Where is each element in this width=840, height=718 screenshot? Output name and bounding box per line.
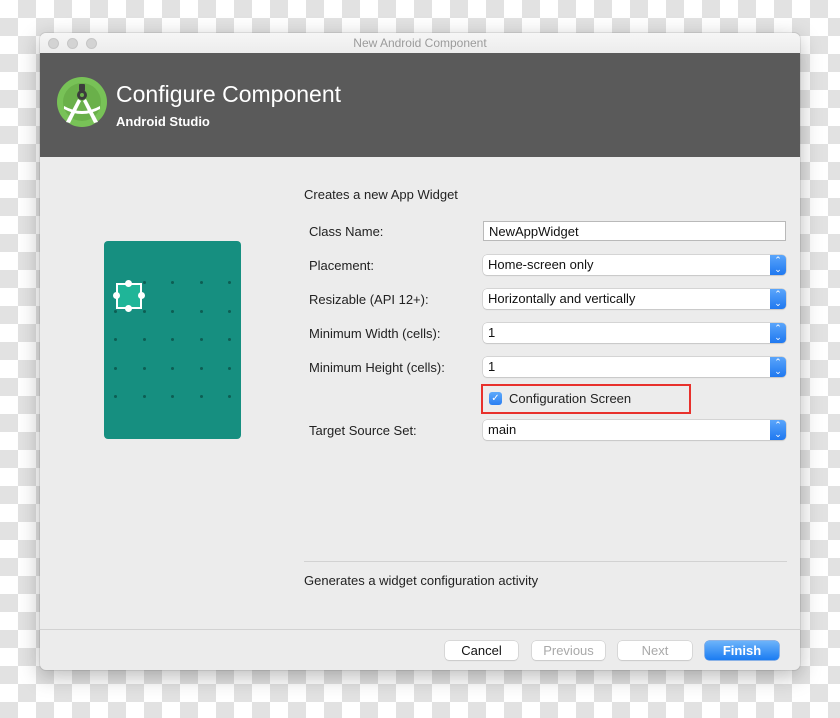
grid-dot: [142, 281, 146, 284]
target-source-set-label: Target Source Set:: [309, 423, 417, 438]
min-height-value: 1: [488, 359, 496, 374]
grid-dot: [199, 395, 203, 398]
grid-dot: [114, 338, 117, 341]
configuration-screen-label[interactable]: Configuration Screen: [509, 391, 631, 406]
field-description: Generates a widget configuration activit…: [304, 573, 539, 588]
grid-dot: [114, 309, 117, 313]
resizable-value: Horizontally and vertically: [488, 291, 636, 306]
grid-dot: [142, 309, 146, 313]
class-name-input[interactable]: NewAppWidget: [483, 221, 786, 241]
close-window-button[interactable]: [48, 38, 59, 49]
checkmark-icon: ✓: [491, 393, 500, 404]
grid-dot: [199, 309, 203, 313]
page-subtitle: Android Studio: [116, 114, 210, 129]
cancel-button[interactable]: Cancel: [445, 641, 518, 660]
min-width-select[interactable]: 1 ⌃ ⌄: [483, 323, 786, 343]
resize-handle-bottom: [125, 305, 132, 312]
grid-dot: [228, 338, 231, 341]
window-title: New Android Component: [353, 36, 487, 50]
min-height-label: Minimum Height (cells):: [309, 360, 445, 375]
grid-dot: [171, 338, 174, 341]
min-width-label: Minimum Width (cells):: [309, 326, 441, 341]
resizable-select[interactable]: Horizontally and vertically ⌃ ⌄: [483, 289, 786, 309]
minimize-window-button[interactable]: [67, 38, 78, 49]
chevron-updown-icon: ⌃ ⌄: [770, 289, 786, 309]
resizable-label: Resizable (API 12+):: [309, 292, 429, 307]
grid-dot: [114, 395, 117, 398]
footer-divider: [40, 629, 800, 630]
placement-value: Home-screen only: [488, 257, 594, 272]
configuration-screen-checkbox[interactable]: ✓: [489, 392, 502, 405]
grid-dot: [228, 395, 231, 398]
resize-handle-left: [113, 292, 120, 299]
placement-label: Placement:: [309, 258, 375, 273]
finish-button[interactable]: Finish: [705, 641, 779, 660]
min-width-value: 1: [488, 325, 496, 340]
grid-dot: [142, 395, 146, 398]
next-button[interactable]: Next: [618, 641, 692, 660]
android-studio-logo-icon: [57, 77, 107, 127]
resize-handle-top: [125, 280, 132, 287]
description-divider: [304, 561, 787, 562]
grid-dot: [114, 366, 117, 370]
target-source-set-select[interactable]: main ⌃ ⌄: [483, 420, 786, 440]
grid-dot: [199, 338, 203, 341]
grid-dot: [228, 281, 231, 284]
form-heading: Creates a new App Widget: [304, 187, 458, 202]
page-title: Configure Component: [116, 81, 342, 107]
placement-select[interactable]: Home-screen only ⌃ ⌄: [483, 255, 786, 275]
previous-button[interactable]: Previous: [532, 641, 605, 660]
grid-dot: [199, 281, 203, 284]
chevron-updown-icon: ⌃ ⌄: [770, 255, 786, 275]
chevron-updown-icon: ⌃ ⌄: [770, 323, 786, 343]
widget-resize-frame: [113, 280, 145, 312]
grid-dot: [142, 366, 146, 370]
class-name-label: Class Name:: [309, 224, 384, 239]
widget-preview: [104, 241, 241, 439]
maximize-window-button[interactable]: [86, 38, 97, 49]
wizard-header: Configure Component Android Studio: [40, 53, 800, 157]
grid-dot: [171, 366, 174, 370]
grid-dot: [142, 338, 146, 341]
chevron-updown-icon: ⌃ ⌄: [770, 420, 786, 440]
grid-dot: [199, 366, 203, 370]
chevron-updown-icon: ⌃ ⌄: [770, 357, 786, 377]
resize-handle-right: [138, 292, 145, 299]
grid-dot: [228, 309, 231, 313]
title-bar: New Android Component: [40, 33, 800, 53]
grid-dot: [228, 366, 231, 370]
grid-dot: [171, 395, 174, 398]
dialog-window: New Android Component Configure Componen…: [40, 33, 800, 670]
min-height-select[interactable]: 1 ⌃ ⌄: [483, 357, 786, 377]
target-source-set-value: main: [488, 422, 517, 437]
grid-dot: [171, 309, 174, 313]
grid-dot: [171, 281, 174, 284]
